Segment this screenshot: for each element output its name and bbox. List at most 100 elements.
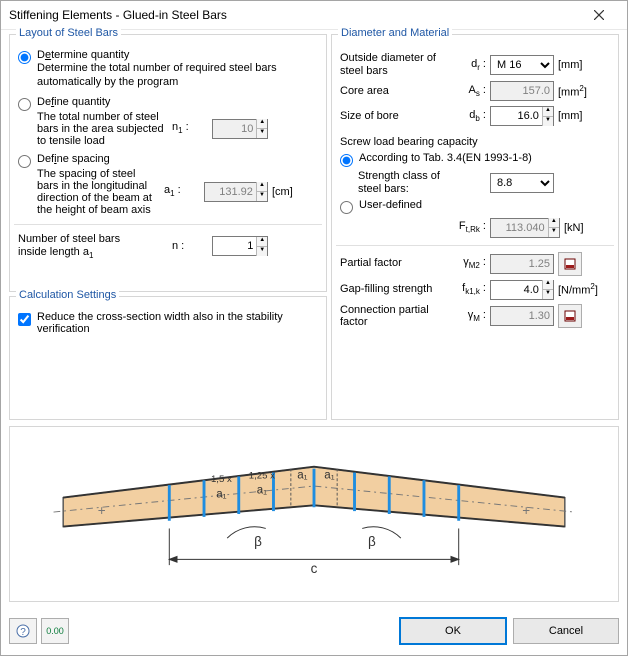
row-ftrk: Ft,Rk : ▲▼ [kN] <box>358 217 610 239</box>
option-determine-quantity[interactable]: Determine quantity Determine the total n… <box>18 49 318 90</box>
spin-down-icon[interactable]: ▼ <box>257 247 267 256</box>
spin-up-icon[interactable]: ▲ <box>543 280 553 290</box>
option-define-quantity[interactable]: Define quantity The total number of stee… <box>18 96 318 147</box>
content-area: Layout of Steel Bars Determine quantity … <box>1 30 627 613</box>
label-inside-length: inside length a1 <box>18 246 93 258</box>
spin-up-icon[interactable]: ▲ <box>257 237 267 247</box>
radio-determine-quantity[interactable] <box>18 51 31 64</box>
legend-calc-settings: Calculation Settings <box>16 289 119 301</box>
unit-mm: [mm] <box>554 59 604 71</box>
symbol-a1: a1 : <box>164 184 204 198</box>
ok-button[interactable]: OK <box>399 617 507 645</box>
svg-text:a₁: a₁ <box>257 485 267 497</box>
book-icon <box>563 309 577 323</box>
row-outside-diameter: Outside diameter of steel bars dr : M 16… <box>340 52 610 77</box>
svg-text:+: + <box>522 503 530 518</box>
input-partial-factor <box>490 254 554 274</box>
row-strength-class: Strength class of steel bars: 8.8 <box>358 170 610 195</box>
help-button[interactable]: ? <box>9 618 37 644</box>
spin-down-icon[interactable]: ▼ <box>257 192 267 201</box>
label-num-bars: Number of steel bars <box>18 233 120 245</box>
row-size-of-bore: Size of bore db : ▲▼ [mm] <box>340 105 610 127</box>
spin-down-icon[interactable]: ▼ <box>543 290 553 299</box>
spin-up-icon[interactable]: ▲ <box>257 182 267 192</box>
spin-down-icon[interactable]: ▼ <box>549 228 559 237</box>
label-according-to-tab: According to Tab. 3.4(EN 1993-1-8) <box>359 152 532 164</box>
svg-text:a₁: a₁ <box>297 469 307 481</box>
input-a1[interactable]: ▲▼ <box>204 182 268 202</box>
spin-up-icon[interactable]: ▲ <box>549 218 559 228</box>
radio-according-to-tab[interactable] <box>340 154 353 167</box>
heading-screw-capacity: Screw load bearing capacity <box>340 136 610 148</box>
spin-up-icon[interactable]: ▲ <box>543 107 553 117</box>
label-define-quantity: Define quantity <box>37 96 318 108</box>
input-bore[interactable]: ▲▼ <box>490 106 554 126</box>
option-according-to-tab[interactable]: According to Tab. 3.4(EN 1993-1-8) <box>340 152 610 167</box>
row-gap-filling: Gap-filling strength fk1,k : ▲▼ [N/mm2] <box>340 279 610 301</box>
symbol-n1: n1 : <box>172 121 212 135</box>
label-conn-partial-factor: Connection partial factor <box>340 304 448 329</box>
radio-define-quantity[interactable] <box>18 98 31 111</box>
input-n1[interactable]: ▲▼ <box>212 119 268 139</box>
dialog-window: Stiffening Elements - Glued-in Steel Bar… <box>0 0 628 656</box>
desc-define-spacing: The spacing of steel bars in the longitu… <box>37 168 164 216</box>
option-define-spacing[interactable]: Define spacing The spacing of steel bars… <box>18 153 318 216</box>
fieldset-calc-settings: Calculation Settings Reduce the cross-se… <box>9 296 327 420</box>
row-reduce-width[interactable]: Reduce the cross-section width also in t… <box>18 311 318 335</box>
input-core-area <box>490 81 554 101</box>
spin-down-icon[interactable]: ▼ <box>257 129 267 138</box>
close-button[interactable] <box>579 2 619 28</box>
symbol-gamma-m2: γM2 : <box>448 256 490 270</box>
fieldset-diameter-material: Diameter and Material Outside diameter o… <box>331 34 619 420</box>
svg-text:1,25 x: 1,25 x <box>249 470 275 481</box>
spin-down-icon[interactable]: ▼ <box>543 117 553 126</box>
button-edit-conn-partial-factor[interactable] <box>558 304 582 328</box>
symbol-ftrk: Ft,Rk : <box>450 220 490 234</box>
button-edit-partial-factor[interactable] <box>558 252 582 276</box>
radio-define-spacing[interactable] <box>18 155 31 168</box>
checkbox-reduce-width[interactable] <box>18 313 31 326</box>
book-icon <box>563 257 577 271</box>
select-strength-class[interactable]: 8.8 <box>490 173 554 193</box>
fieldset-layout: Layout of Steel Bars Determine quantity … <box>9 34 327 292</box>
svg-text:β: β <box>254 534 262 549</box>
unit-a1: [cm] <box>268 186 318 198</box>
option-user-defined[interactable]: User-defined <box>340 199 610 214</box>
svg-text:a₁: a₁ <box>216 489 226 501</box>
beam-diagram: 1,5 x 1,25 x a₁ a₁ a₁ a₁ β β <box>19 432 609 596</box>
unit-mm: [mm] <box>554 110 604 122</box>
label-define-spacing: Define spacing <box>37 153 318 165</box>
units-button[interactable]: 0.00 <box>41 618 69 644</box>
select-outside-diameter[interactable]: M 16 <box>490 55 554 75</box>
desc-determine-quantity: Determine the total number of required s… <box>37 62 318 90</box>
legend-layout: Layout of Steel Bars <box>16 27 121 39</box>
cancel-button[interactable]: Cancel <box>513 618 619 644</box>
diagram-panel: 1,5 x 1,25 x a₁ a₁ a₁ a₁ β β <box>9 426 619 602</box>
unit-mm2: [mm2] <box>554 84 604 99</box>
svg-text:c: c <box>311 561 318 576</box>
units-icon: 0.00 <box>46 627 64 636</box>
label-strength-class: Strength class of steel bars: <box>358 170 450 195</box>
desc-define-quantity: The total number of steel bars in the ar… <box>37 111 172 147</box>
unit-kn: [kN] <box>560 222 610 234</box>
input-gap-filling[interactable]: ▲▼ <box>490 280 554 300</box>
label-outside-diameter: Outside diameter of steel bars <box>340 52 448 77</box>
svg-text:?: ? <box>20 627 26 638</box>
row-num-bars: Number of steel bars inside length a1 n … <box>18 233 318 261</box>
row-core-area: Core area As : [mm2] <box>340 80 610 102</box>
input-ftrk[interactable]: ▲▼ <box>490 218 560 238</box>
svg-text:1,5 x: 1,5 x <box>211 474 232 485</box>
footer: ? 0.00 OK Cancel <box>1 613 627 655</box>
symbol-db: db : <box>448 109 490 123</box>
symbol-fk1k: fk1,k : <box>448 282 490 296</box>
spin-up-icon[interactable]: ▲ <box>257 119 267 129</box>
label-user-defined: User-defined <box>359 199 422 211</box>
symbol-as: As : <box>448 84 490 98</box>
label-size-of-bore: Size of bore <box>340 110 448 123</box>
label-determine-quantity: Determine quantity <box>37 49 318 61</box>
unit-nmm2: [N/mm2] <box>554 282 604 297</box>
svg-text:+: + <box>98 503 106 518</box>
input-n[interactable]: ▲▼ <box>212 236 268 256</box>
radio-user-defined[interactable] <box>340 201 353 214</box>
symbol-n: n : <box>172 240 212 252</box>
